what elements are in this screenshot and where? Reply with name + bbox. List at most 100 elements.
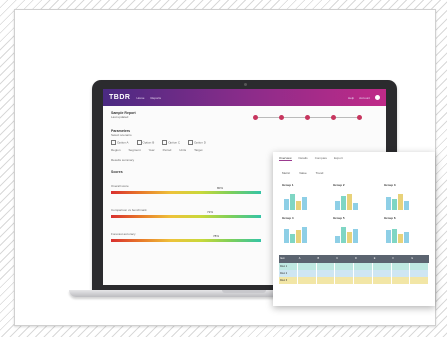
table-cell bbox=[373, 270, 392, 277]
meter-value: 80% bbox=[217, 186, 224, 190]
mini-chart-grid: Group 1 Group 2 Group 3 Group 4 Group 5 Group… bbox=[273, 175, 435, 243]
score-meter: 78% bbox=[111, 234, 261, 242]
table-row: Row 1 bbox=[279, 263, 429, 270]
table-cell bbox=[317, 270, 336, 277]
mini-bar bbox=[296, 201, 301, 210]
mini-chart-label: Group 2 bbox=[333, 183, 345, 187]
tab-export[interactable]: Export bbox=[334, 156, 343, 161]
table-header: Item A B C D E F G bbox=[279, 255, 429, 263]
field-target[interactable]: Target bbox=[194, 148, 202, 152]
mini-bar-chart: Group 2 bbox=[333, 183, 375, 210]
mini-chart-label: Group 6 bbox=[384, 216, 396, 220]
table-header-cell: G bbox=[411, 257, 414, 260]
summary-item: Value bbox=[299, 171, 307, 175]
table-cell bbox=[410, 277, 429, 284]
field-units[interactable]: Units bbox=[179, 148, 186, 152]
user-icon[interactable] bbox=[375, 95, 380, 100]
mini-bar bbox=[290, 194, 295, 210]
mini-bar bbox=[353, 229, 358, 243]
table-header-cell: D bbox=[355, 257, 357, 260]
table-cell bbox=[373, 277, 392, 284]
table-cell: Row 2 bbox=[279, 270, 298, 277]
mini-bar bbox=[392, 199, 397, 210]
table-cell bbox=[317, 263, 336, 270]
table-cell: Row 1 bbox=[279, 263, 298, 270]
table-cell bbox=[354, 270, 373, 277]
field-region[interactable]: Region bbox=[111, 148, 121, 152]
app-header: TBDR Home Reports Help Account bbox=[103, 89, 386, 106]
mini-bar bbox=[296, 230, 301, 243]
mini-bar bbox=[302, 227, 307, 243]
mini-bar bbox=[404, 201, 409, 210]
field-segment[interactable]: Segment bbox=[129, 148, 141, 152]
option-checkbox[interactable]: Option B bbox=[136, 140, 154, 145]
table-cell bbox=[373, 263, 392, 270]
step-4[interactable] bbox=[331, 115, 336, 120]
mini-bar bbox=[284, 199, 289, 210]
header-link-help[interactable]: Help bbox=[348, 96, 354, 100]
field-year[interactable]: Year bbox=[149, 148, 155, 152]
floating-report-card: Overview Details Compare Export Metric V… bbox=[273, 152, 435, 306]
step-3[interactable] bbox=[305, 115, 310, 120]
mini-bar bbox=[347, 194, 352, 210]
score-meter: 80% bbox=[111, 186, 261, 194]
meter-value: 78% bbox=[213, 234, 220, 238]
table-cell bbox=[335, 270, 354, 277]
mini-bar-chart: Group 1 bbox=[282, 183, 324, 210]
mini-bar bbox=[284, 229, 289, 243]
laptop-notch bbox=[222, 290, 266, 293]
table-cell bbox=[298, 263, 317, 270]
option-row: Option A Option B Option C Option D bbox=[111, 140, 378, 145]
tab-details[interactable]: Details bbox=[299, 156, 308, 161]
summary-item: Trend bbox=[315, 171, 324, 175]
step-5[interactable] bbox=[357, 115, 362, 120]
table-cell: Row 3 bbox=[279, 277, 298, 284]
tab-compare[interactable]: Compare bbox=[315, 156, 327, 161]
table-header-cell: C bbox=[336, 257, 339, 260]
card-tabs: Overview Details Compare Export bbox=[273, 152, 435, 161]
mini-bar-chart: Group 4 bbox=[282, 216, 324, 243]
mini-chart-label: Group 1 bbox=[282, 183, 294, 187]
step-1[interactable] bbox=[253, 115, 258, 120]
table-cell bbox=[335, 263, 354, 270]
score-meter: 72% bbox=[111, 210, 261, 218]
mini-bar bbox=[398, 234, 403, 243]
table-row: Row 2 bbox=[279, 270, 429, 277]
mini-bar bbox=[392, 229, 397, 243]
table-cell bbox=[354, 277, 373, 284]
table-cell bbox=[410, 263, 429, 270]
mini-bar bbox=[404, 232, 409, 243]
nav-home[interactable]: Home bbox=[136, 96, 144, 100]
table-cell bbox=[410, 270, 429, 277]
field-period[interactable]: Period bbox=[163, 148, 172, 152]
mini-bar bbox=[398, 194, 403, 210]
option-checkbox[interactable]: Option A bbox=[111, 140, 129, 145]
summary-item: Metric bbox=[282, 171, 291, 175]
table-header-cell: F bbox=[392, 257, 395, 260]
card-summary-row: Metric Value Trend bbox=[273, 161, 435, 175]
mini-bar-chart: Group 5 bbox=[333, 216, 375, 243]
mini-bar-chart: Group 6 bbox=[384, 216, 426, 243]
image-frame: TBDR Home Reports Help Account Sample Re… bbox=[14, 9, 436, 326]
mini-bar bbox=[341, 227, 346, 243]
table-cell bbox=[354, 263, 373, 270]
table-cell bbox=[317, 277, 336, 284]
table-body: Row 1 Row 2 Row 3 bbox=[279, 263, 429, 284]
nav-reports[interactable]: Reports bbox=[150, 96, 161, 100]
mini-chart-label: Group 3 bbox=[384, 183, 396, 187]
step-2[interactable] bbox=[279, 115, 284, 120]
camera-dot bbox=[243, 83, 247, 86]
table-header-cell: B bbox=[317, 257, 320, 260]
mini-chart-label: Group 5 bbox=[333, 216, 345, 220]
header-link-account[interactable]: Account bbox=[359, 96, 370, 100]
table-cell bbox=[298, 270, 317, 277]
tab-overview[interactable]: Overview bbox=[279, 156, 292, 161]
option-checkbox[interactable]: Option C bbox=[162, 140, 180, 145]
mini-bar bbox=[335, 236, 340, 243]
table-row: Row 3 bbox=[279, 277, 429, 284]
table-cell bbox=[392, 270, 411, 277]
app-logo[interactable]: TBDR bbox=[109, 94, 130, 101]
option-checkbox[interactable]: Option D bbox=[188, 140, 206, 145]
mini-bar bbox=[386, 230, 391, 243]
section-sub: Select scenario bbox=[111, 133, 132, 137]
